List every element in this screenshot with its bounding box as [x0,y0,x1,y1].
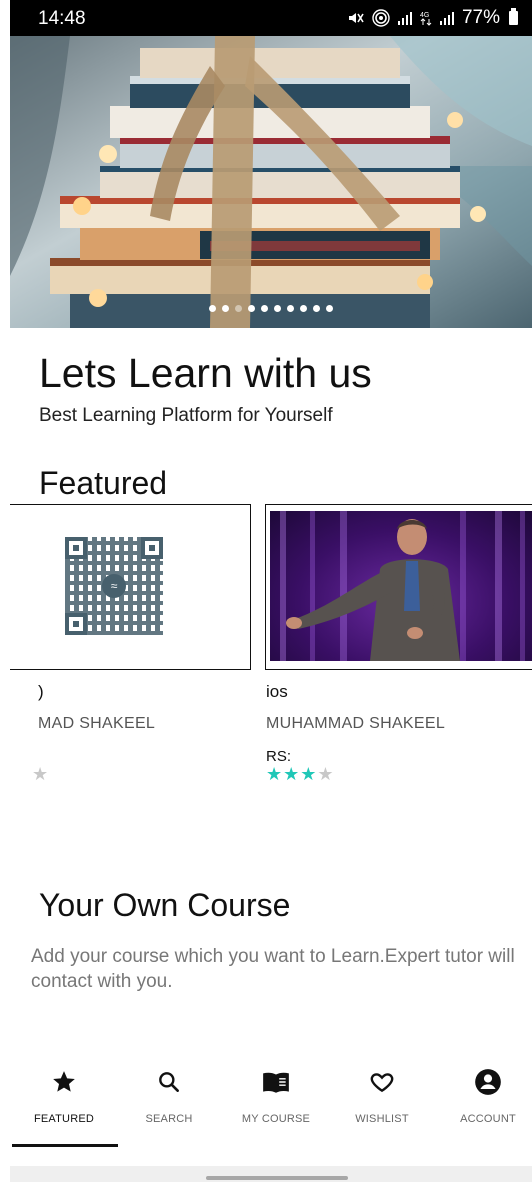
carousel-dot[interactable] [274,305,281,312]
account-icon [436,1066,532,1098]
course-thumbnail[interactable] [265,504,532,670]
carousel-dot[interactable] [300,305,307,312]
battery-percent: 77% [461,7,500,28]
svg-text:4G: 4G [420,12,429,19]
own-course-text: Add your course which you want to Learn.… [31,946,515,992]
course-author: MAD SHAKEEL [38,715,156,732]
carousel-dot[interactable] [248,305,255,312]
carousel-dot[interactable] [287,305,294,312]
gesture-handle[interactable] [206,1176,348,1180]
carousel-dot[interactable] [235,305,242,312]
course-price: RS: [266,748,292,765]
heart-icon [330,1066,434,1098]
qr-code-image: ≈ [61,533,167,639]
featured-carousel[interactable]: ≈ ) MAD SHAKEEL ★ ios MUHAMMAD SHAKEEL R… [10,504,532,804]
nav-label: ACCOUNT [460,1113,516,1125]
course-author: MUHAMMAD SHAKEEL [266,715,446,732]
carousel-dot[interactable] [326,305,333,312]
status-icons: 4G 77% [347,7,518,29]
nav-item-featured[interactable]: FEATURED [12,1058,116,1148]
active-tab-indicator [12,1144,118,1147]
status-bar: 14:48 4G 77% [10,0,532,36]
bottom-navigation: FEATURED SEARCH MY COURSE WISHLIST ACCOU… [10,1058,532,1148]
course-title: ) [38,682,44,701]
nav-label: SEARCH [145,1113,193,1125]
app-screen: 14:48 4G 77% Lets Learn with us Best Lea… [10,0,532,1182]
nav-label: WISHLIST [355,1113,409,1125]
carousel-dot[interactable] [261,305,268,312]
own-course-title: Your Own Course [39,887,291,923]
signal-icon [397,12,412,25]
course-rating: ★★★★ [266,764,335,784]
course-title: ios [266,682,288,701]
carousel-dot[interactable] [222,305,229,312]
nav-item-my-course[interactable]: MY COURSE [224,1058,328,1148]
nav-item-account[interactable]: ACCOUNT [436,1058,532,1148]
carousel-dot[interactable] [313,305,320,312]
wifi-icon: ≈ [102,574,126,598]
book-icon [224,1066,328,1098]
4g-icon: 4G [420,12,432,26]
page-headline: Lets Learn with us [39,350,372,396]
search-icon [117,1066,221,1098]
battery-icon [509,8,518,25]
signal-icon-2 [439,12,454,25]
course-rating: ★ [32,764,50,784]
status-time: 14:48 [38,8,86,29]
nav-label: MY COURSE [241,1113,311,1125]
nav-label: FEATURED [33,1113,95,1125]
hero-image [10,36,532,328]
course-thumbnail[interactable]: ≈ [10,504,251,670]
carousel-dot[interactable] [209,305,216,312]
speaker-image [280,511,525,661]
hotspot-icon [372,9,390,27]
page-subtitle: Best Learning Platform for Yourself [39,405,333,426]
hero-carousel[interactable] [10,36,532,328]
featured-section-title: Featured [39,465,168,501]
mute-icon [348,13,364,23]
carousel-indicator[interactable] [10,305,532,312]
star-icon [12,1066,116,1098]
nav-item-wishlist[interactable]: WISHLIST [330,1058,434,1148]
nav-item-search[interactable]: SEARCH [117,1058,221,1148]
course-video-thumbnail [270,511,532,661]
